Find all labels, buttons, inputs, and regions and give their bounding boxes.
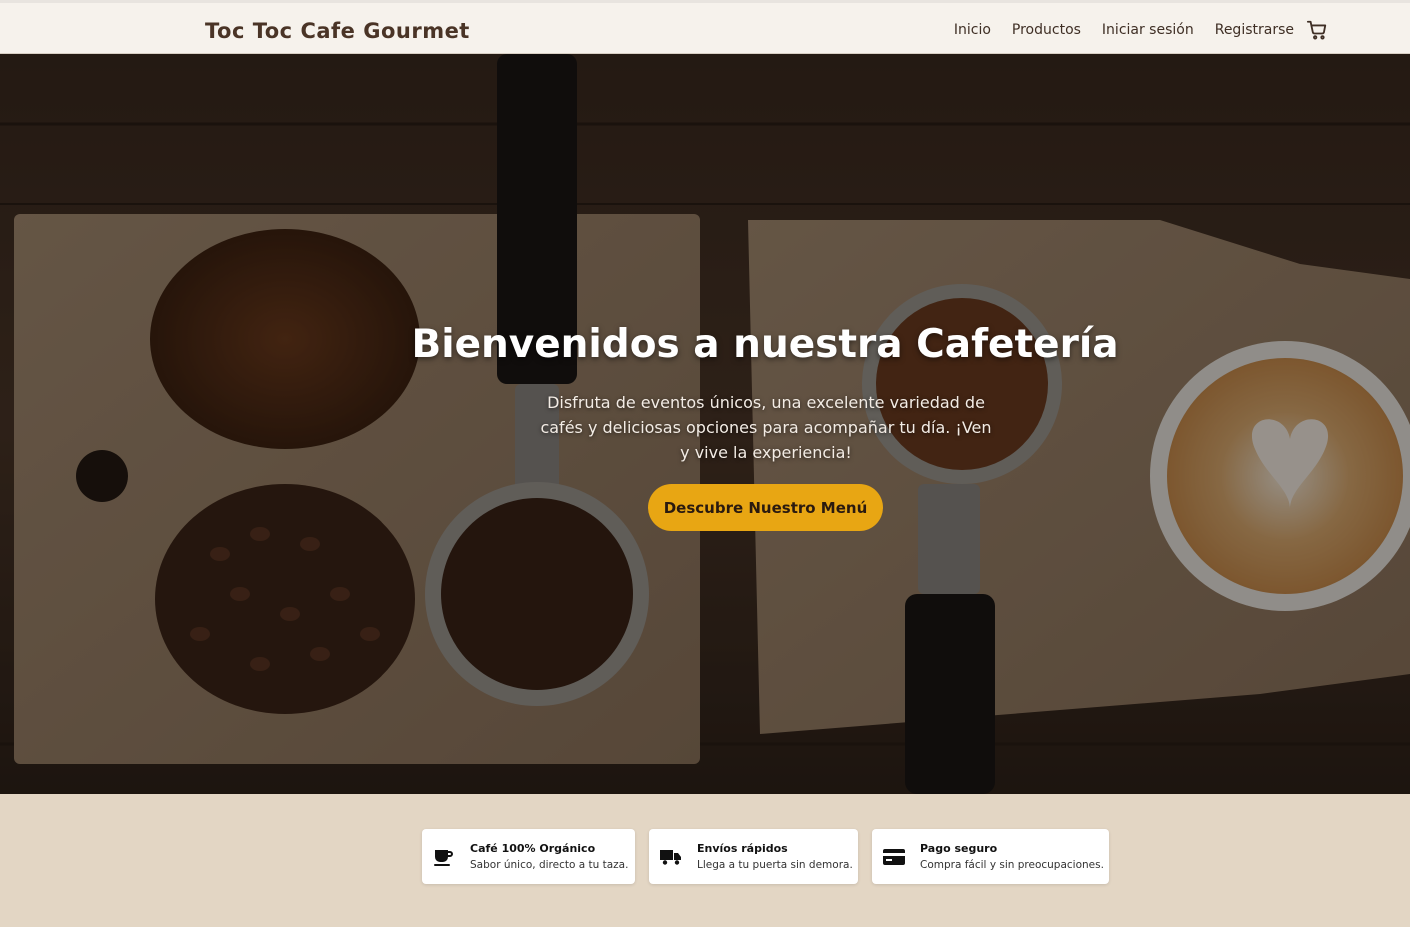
feature-card-payment: Pago seguro Compra fácil y sin preocupac… — [872, 829, 1109, 884]
feature-description: Compra fácil y sin preocupaciones. — [920, 859, 1104, 871]
nav-link-iniciar-sesion[interactable]: Iniciar sesión — [1102, 22, 1194, 38]
hero-subtitle: Disfruta de eventos únicos, una excelent… — [540, 393, 992, 462]
feature-description: Sabor único, directo a tu taza. — [470, 859, 629, 871]
feature-title: Envíos rápidos — [697, 842, 788, 855]
feature-text-shipping: Envíos rápidos Llega a tu puerta sin dem… — [697, 842, 853, 871]
nav-links: Inicio Productos Iniciar sesión Registra… — [933, 22, 1294, 38]
nav-link-productos[interactable]: Productos — [1012, 22, 1081, 38]
navbar: Toc Toc Cafe Gourmet Inicio Productos In… — [0, 0, 1410, 54]
feature-title: Pago seguro — [920, 842, 998, 855]
feature-title: Café 100% Orgánico — [470, 842, 596, 855]
hero-section: Bienvenidos a nuestra Cafetería Disfruta… — [0, 54, 1410, 794]
feature-text-organic: Café 100% Orgánico Sabor único, directo … — [470, 842, 628, 871]
credit-card-icon — [883, 848, 905, 865]
truck-icon — [660, 849, 681, 865]
feature-description: Llega a tu puerta sin demora. — [697, 859, 853, 871]
feature-card-organic: Café 100% Orgánico Sabor único, directo … — [422, 829, 635, 884]
nav-link-registrarse[interactable]: Registrarse — [1215, 22, 1294, 38]
cart-icon[interactable] — [1306, 19, 1328, 41]
discover-menu-button[interactable]: Descubre Nuestro Menú — [648, 484, 883, 531]
feature-text-payment: Pago seguro Compra fácil y sin preocupac… — [920, 842, 1104, 871]
feature-card-shipping: Envíos rápidos Llega a tu puerta sin dem… — [649, 829, 858, 884]
brand-logo-text[interactable]: Toc Toc Cafe Gourmet — [205, 19, 470, 43]
hero-title: Bienvenidos a nuestra Cafetería — [411, 322, 1119, 367]
coffee-cup-icon — [434, 849, 453, 866]
nav-link-inicio[interactable]: Inicio — [954, 22, 991, 38]
